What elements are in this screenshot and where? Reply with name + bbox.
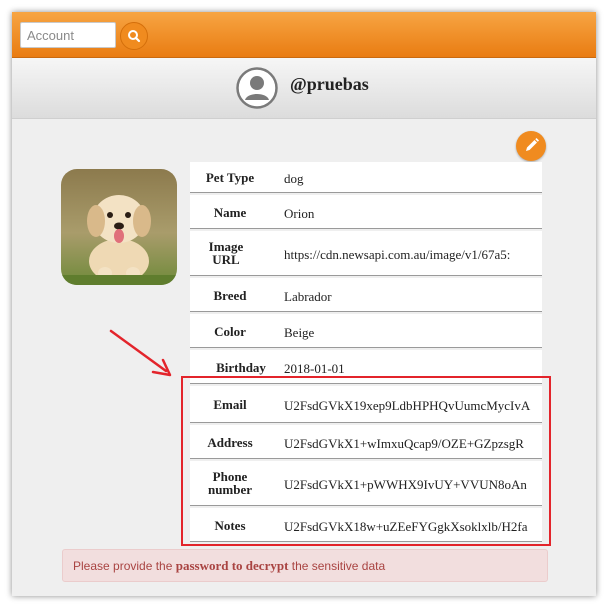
row-value: Orion	[284, 206, 315, 221]
edit-button[interactable]	[516, 131, 546, 161]
table-row: Color Beige	[190, 314, 542, 348]
row-label: Image URL	[208, 239, 244, 267]
row-value: dog	[284, 171, 304, 186]
puppy-photo-illustration	[61, 169, 177, 285]
sensitive-data-highlight-box	[181, 376, 551, 546]
search-button[interactable]	[120, 22, 148, 50]
table-row: Name Orion	[190, 195, 542, 229]
row-value: Beige	[284, 325, 315, 340]
row-label: Breed	[213, 288, 247, 303]
user-avatar-icon	[236, 67, 278, 109]
profile-username: @pruebas	[290, 74, 369, 94]
top-bar	[12, 12, 596, 58]
row-label: Color	[214, 324, 246, 339]
alert-emphasis: password to decrypt	[175, 558, 289, 573]
row-value: Labrador	[284, 289, 332, 304]
table-row: Pet Type dog	[190, 162, 542, 193]
profile-header: @pruebas	[12, 58, 596, 119]
row-value: 2018-01-01	[284, 361, 345, 376]
row-value: https://cdn.newsapi.com.au/image/v1/67a5…	[284, 247, 511, 262]
table-row: Image URL https://cdn.newsapi.com.au/ima…	[190, 231, 542, 276]
search-icon	[128, 30, 141, 43]
row-label: Birthday	[216, 360, 266, 375]
pencil-icon	[526, 138, 539, 151]
row-label: Pet Type	[205, 170, 255, 185]
account-search-input[interactable]	[20, 22, 116, 48]
table-row: Breed Labrador	[190, 278, 542, 312]
alert-prefix: Please provide the	[73, 559, 176, 573]
alert-suffix: the sensitive data	[288, 559, 386, 573]
row-label: Name	[213, 205, 247, 220]
pet-photo	[61, 169, 177, 285]
decrypt-alert: Please provide the password to decrypt t…	[62, 549, 548, 582]
